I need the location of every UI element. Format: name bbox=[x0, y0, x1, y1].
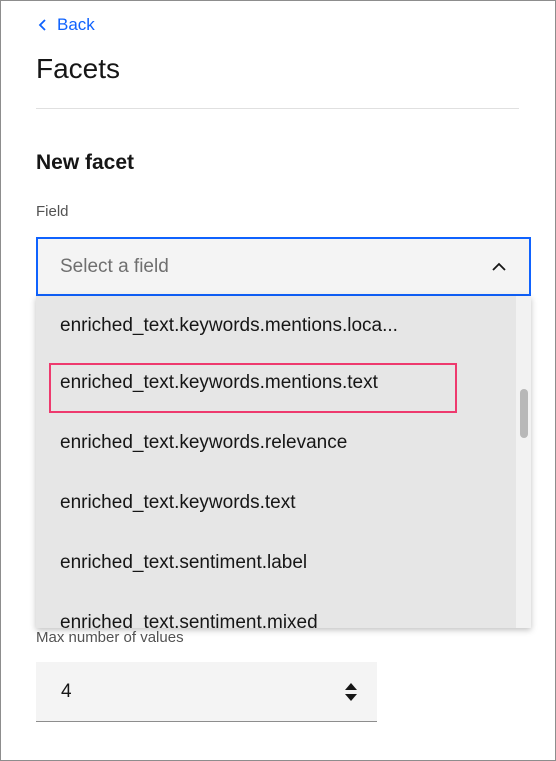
max-values-label: Max number of values bbox=[36, 629, 184, 646]
chevron-up-icon bbox=[492, 262, 506, 271]
number-stepper-icon[interactable] bbox=[345, 682, 357, 701]
field-dropdown-list[interactable]: enriched_text.keywords.mentions.loca... … bbox=[36, 296, 531, 628]
back-link-label[interactable]: Back bbox=[57, 15, 95, 35]
dropdown-option[interactable]: enriched_text.sentiment.label bbox=[36, 533, 516, 593]
facets-panel: Back Facets New facet Field Select a fie… bbox=[0, 0, 556, 761]
field-select[interactable]: Select a field bbox=[36, 237, 531, 296]
dropdown-option[interactable]: enriched_text.keywords.mentions.loca... bbox=[36, 296, 516, 356]
max-values-input[interactable]: 4 bbox=[36, 662, 377, 722]
field-select-placeholder: Select a field bbox=[60, 255, 169, 277]
back-link[interactable]: Back bbox=[37, 13, 95, 37]
increment-icon[interactable] bbox=[345, 682, 357, 690]
max-values-value[interactable]: 4 bbox=[61, 681, 72, 703]
dropdown-option[interactable]: enriched_text.keywords.relevance bbox=[36, 413, 516, 473]
field-label: Field bbox=[36, 203, 69, 220]
page-title: Facets bbox=[36, 53, 121, 84]
decrement-icon[interactable] bbox=[345, 693, 357, 701]
dropdown-option[interactable]: enriched_text.keywords.mentions.text bbox=[36, 353, 516, 413]
dropdown-option[interactable]: enriched_text.sentiment.mixed bbox=[36, 593, 516, 628]
scrollbar-track[interactable] bbox=[516, 296, 531, 628]
header-divider bbox=[36, 108, 519, 109]
scrollbar-thumb[interactable] bbox=[520, 389, 528, 438]
section-title: New facet bbox=[36, 151, 135, 174]
dropdown-option[interactable]: enriched_text.keywords.text bbox=[36, 473, 516, 533]
chevron-left-icon bbox=[38, 19, 46, 31]
